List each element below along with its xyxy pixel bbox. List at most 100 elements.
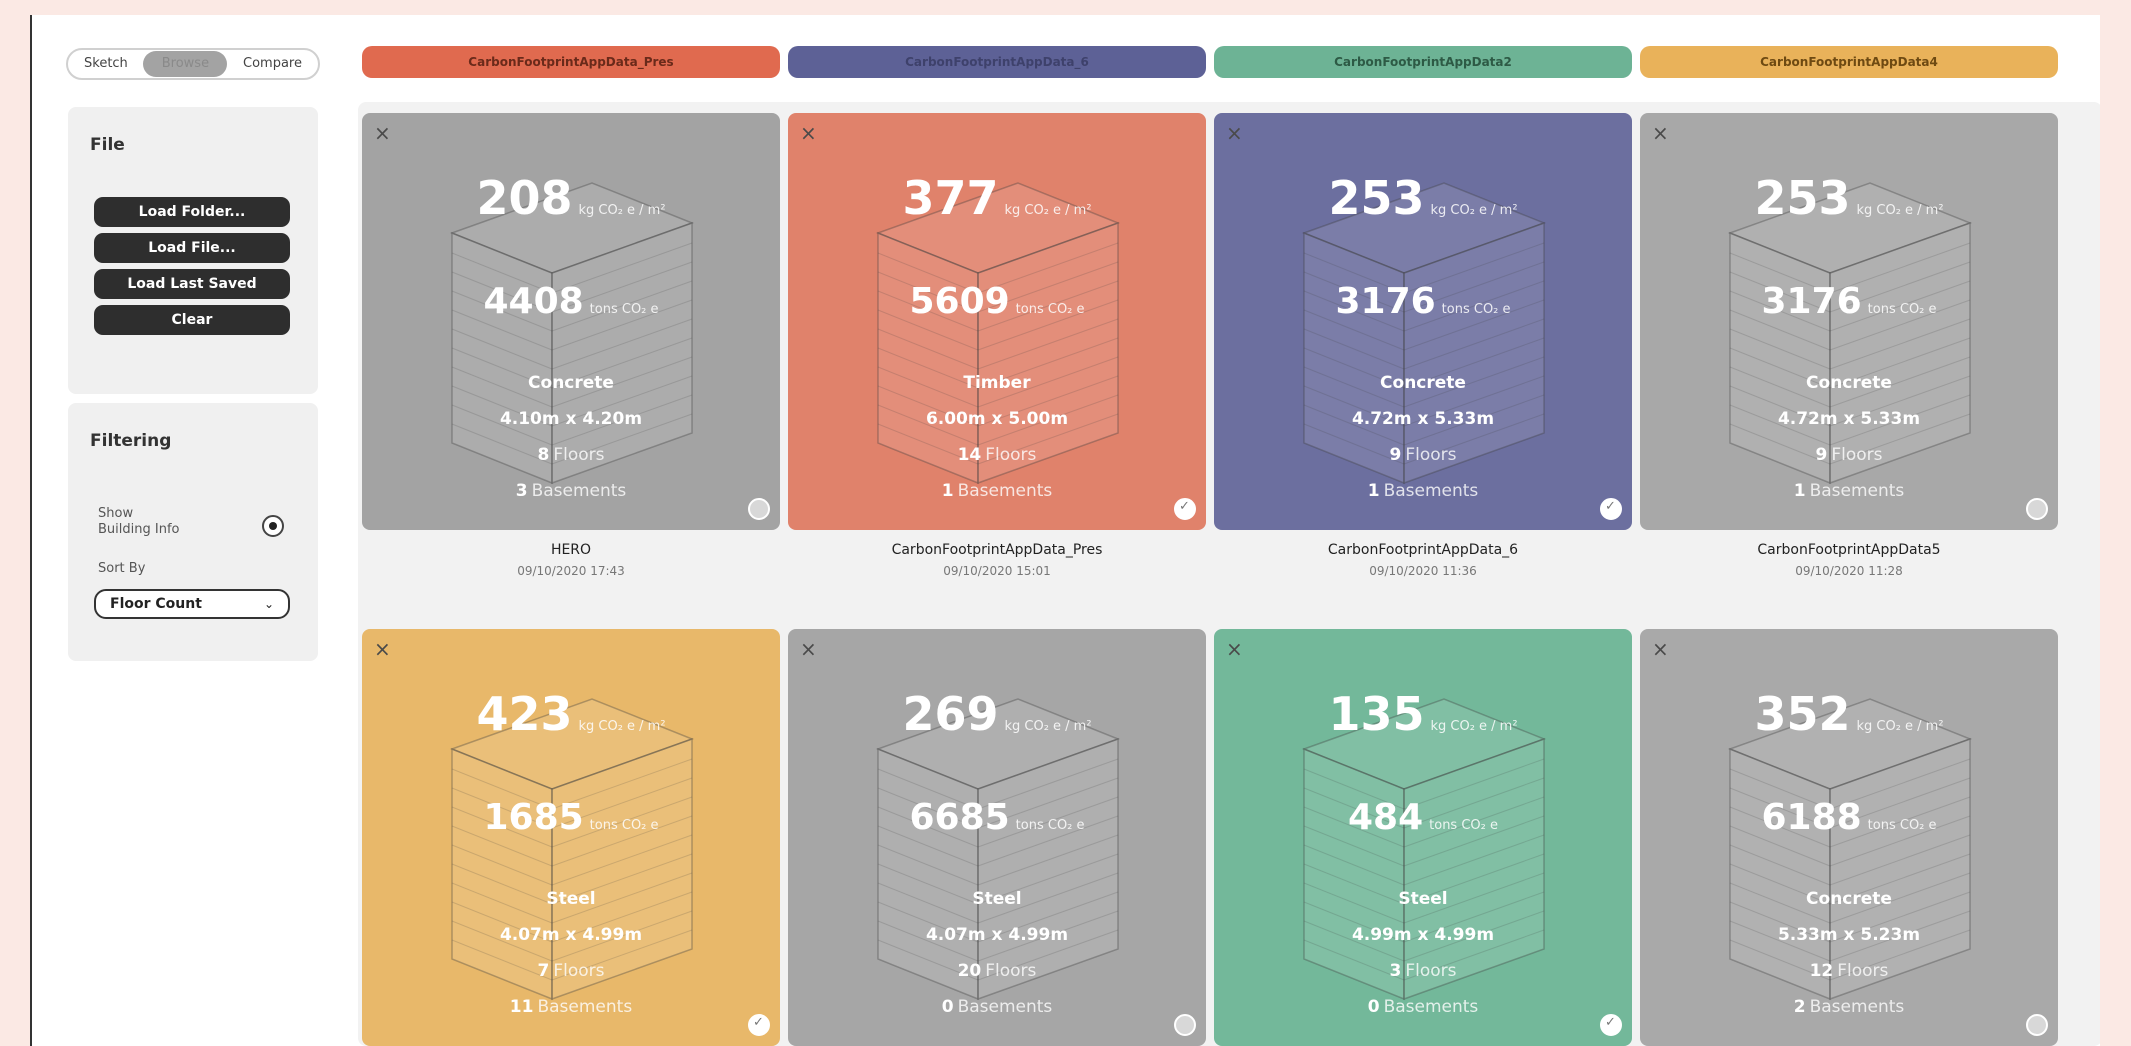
design-card[interactable]: × 423 kg CO₂ e / m² 1685 tons CO₂ e Steel 4.07…: [362, 629, 780, 1046]
header-pill-2[interactable]: CarbonFootprintAppData_6: [788, 46, 1206, 78]
close-icon[interactable]: ×: [374, 639, 391, 659]
check-circle-icon[interactable]: [1600, 498, 1622, 520]
carbon-intensity-unit: kg CO₂ e / m²: [1430, 719, 1518, 734]
carbon-intensity-unit: kg CO₂ e / m²: [578, 203, 666, 218]
basement-count-value: 1: [941, 481, 954, 501]
mode-compare-button[interactable]: Compare: [231, 51, 314, 77]
design-card[interactable]: × 135 kg CO₂ e / m² 484 tons CO₂ e Steel 4.99m…: [1214, 629, 1632, 1046]
check-circle-icon[interactable]: [1600, 1014, 1622, 1036]
sort-by-value: Floor Count: [110, 596, 202, 612]
floor-count-value: 8: [537, 445, 550, 465]
filtering-panel-title: Filtering: [90, 431, 172, 451]
mode-toggle: Sketch Browse Compare: [66, 48, 320, 80]
carbon-intensity: 135 kg CO₂ e / m²: [1214, 687, 1632, 741]
design-card[interactable]: × 269 kg CO₂ e / m² 6685 tons CO₂ e Steel 4.07…: [788, 629, 1206, 1046]
design-card[interactable]: × 377 kg CO₂ e / m² 5609 tons CO₂ e Timber 6.0…: [788, 113, 1206, 530]
header-pill-3[interactable]: CarbonFootprintAppData2: [1214, 46, 1632, 78]
design-card[interactable]: × 208 kg CO₂ e / m² 4408 tons CO₂ e Concrete 4…: [362, 113, 780, 530]
header-pill-1[interactable]: CarbonFootprintAppData_Pres: [362, 46, 780, 78]
check-circle-icon[interactable]: [1174, 498, 1196, 520]
basement-count: 0 Basements: [1214, 997, 1632, 1017]
basement-count-label: Basements: [537, 997, 633, 1017]
floor-count-label: Floors: [985, 445, 1037, 465]
material: Concrete: [528, 373, 614, 393]
close-icon[interactable]: ×: [374, 123, 391, 143]
design-date: 09/10/2020 15:01: [943, 564, 1051, 578]
basement-count-label: Basements: [531, 481, 627, 501]
design-caption: HERO 09/10/2020 17:43: [362, 542, 780, 578]
close-icon[interactable]: ×: [1652, 639, 1669, 659]
basement-count-label: Basements: [957, 997, 1053, 1017]
floor-count-label: Floors: [985, 961, 1037, 981]
design-name: HERO: [550, 542, 592, 558]
load-file-button[interactable]: Load File...: [94, 233, 290, 263]
carbon-total: 3176 tons CO₂ e: [1640, 281, 2058, 322]
basement-count-label: Basements: [1809, 997, 1905, 1017]
basement-count: 0 Basements: [788, 997, 1206, 1017]
close-icon[interactable]: ×: [800, 639, 817, 659]
close-icon[interactable]: ×: [1226, 639, 1243, 659]
carbon-intensity-unit: kg CO₂ e / m²: [1430, 203, 1518, 218]
load-last-saved-button[interactable]: Load Last Saved: [94, 269, 290, 299]
carbon-total-unit: tons CO₂ e: [1867, 818, 1937, 833]
floor-count: 14 Floors: [788, 445, 1206, 465]
design-date: 09/10/2020 11:36: [1369, 564, 1477, 578]
carbon-total-value: 5609: [909, 281, 1010, 322]
carbon-intensity-value: 269: [902, 687, 999, 741]
mode-browse-button[interactable]: Browse: [143, 51, 228, 77]
basement-count-value: 1: [1793, 481, 1806, 501]
carbon-total-unit: tons CO₂ e: [589, 818, 659, 833]
show-building-info-radio[interactable]: [262, 515, 284, 537]
basement-count-value: 2: [1793, 997, 1806, 1017]
design-card[interactable]: × 253 kg CO₂ e / m² 3176 tons CO₂ e Concrete 4…: [1214, 113, 1632, 530]
carbon-total-value: 3176: [1761, 281, 1862, 322]
carbon-total: 4408 tons CO₂ e: [362, 281, 780, 322]
design-date: 09/10/2020 17:43: [517, 564, 625, 578]
design-caption: CarbonFootprintAppData_Pres 09/10/2020 15…: [788, 542, 1206, 578]
floor-count: 20 Floors: [788, 961, 1206, 981]
floor-count-value: 9: [1389, 445, 1402, 465]
load-folder-button[interactable]: Load Folder...: [94, 197, 290, 227]
close-icon[interactable]: ×: [800, 123, 817, 143]
mode-sketch-button[interactable]: Sketch: [72, 51, 140, 77]
clear-button[interactable]: Clear: [94, 305, 290, 335]
dimensions: 4.07m x 4.99m: [925, 925, 1069, 945]
basement-count-value: 0: [1367, 997, 1380, 1017]
material: Timber: [963, 373, 1031, 393]
check-circle-icon[interactable]: [2026, 498, 2048, 520]
check-circle-icon[interactable]: [2026, 1014, 2048, 1036]
floor-count-label: Floors: [1405, 961, 1457, 981]
sort-by-select[interactable]: Floor Count ⌄: [94, 589, 290, 619]
carbon-intensity-unit: kg CO₂ e / m²: [578, 719, 666, 734]
sort-by-label: Sort By: [98, 561, 146, 576]
design-name: CarbonFootprintAppData_Pres: [891, 542, 1103, 558]
check-circle-icon[interactable]: [748, 1014, 770, 1036]
check-circle-icon[interactable]: [748, 498, 770, 520]
floor-count: 9 Floors: [1214, 445, 1632, 465]
carbon-intensity: 377 kg CO₂ e / m²: [788, 171, 1206, 225]
dimensions: 6.00m x 5.00m: [925, 409, 1069, 429]
check-circle-icon[interactable]: [1174, 1014, 1196, 1036]
floor-count-value: 14: [957, 445, 982, 465]
basement-count-label: Basements: [1383, 481, 1479, 501]
floor-count: 12 Floors: [1640, 961, 2058, 981]
header-pill-4[interactable]: CarbonFootprintAppData4: [1640, 46, 2058, 78]
floor-count-label: Floors: [1837, 961, 1889, 981]
floor-count-label: Floors: [553, 961, 605, 981]
basement-count: 1 Basements: [788, 481, 1206, 501]
carbon-total: 6188 tons CO₂ e: [1640, 797, 2058, 838]
floor-count: 3 Floors: [1214, 961, 1632, 981]
carbon-intensity-value: 423: [476, 687, 573, 741]
floor-count-label: Floors: [1405, 445, 1457, 465]
basement-count-value: 0: [941, 997, 954, 1017]
basement-count-value: 11: [509, 997, 534, 1017]
close-icon[interactable]: ×: [1652, 123, 1669, 143]
design-card[interactable]: × 352 kg CO₂ e / m² 6188 tons CO₂ e Concrete 5…: [1640, 629, 2058, 1046]
basement-count-value: 3: [515, 481, 528, 501]
close-icon[interactable]: ×: [1226, 123, 1243, 143]
design-card[interactable]: × 253 kg CO₂ e / m² 3176 tons CO₂ e Concrete 4…: [1640, 113, 2058, 530]
dimensions: 5.33m x 5.23m: [1777, 925, 1921, 945]
dimensions: 4.72m x 5.33m: [1351, 409, 1495, 429]
chevron-down-icon: ⌄: [263, 597, 274, 611]
floor-count-value: 9: [1815, 445, 1828, 465]
